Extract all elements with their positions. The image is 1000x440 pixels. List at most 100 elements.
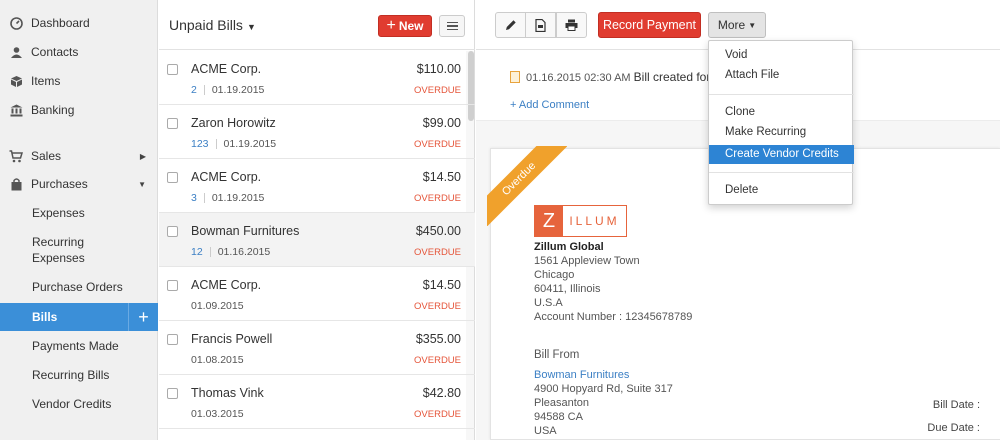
sidebar-item-purchase-orders[interactable]: Purchase Orders xyxy=(0,273,158,301)
bill-checkbox[interactable] xyxy=(167,334,178,345)
record-payment-button[interactable]: Record Payment xyxy=(598,12,701,38)
edit-button[interactable] xyxy=(495,12,526,38)
banking-icon xyxy=(9,103,23,117)
bill-row[interactable]: Francis Powell $355.00 01.08.2015 OVERDUE xyxy=(159,321,475,375)
bill-meta: 01.03.2015 xyxy=(191,408,244,420)
pdf-icon xyxy=(535,18,546,32)
bill-checkbox[interactable] xyxy=(167,172,178,183)
bill-vendor: Bowman Furnitures xyxy=(191,224,300,238)
bill-number: 3 xyxy=(191,192,197,204)
caret-down-icon: ▼ xyxy=(246,22,256,32)
sidebar-item-bills[interactable]: Bills + xyxy=(0,303,158,331)
bill-checkbox[interactable] xyxy=(167,388,178,399)
sidebar-item-recurring-expenses[interactable]: Recurring Expenses xyxy=(0,230,158,270)
bill-row[interactable]: Bowman Furnitures $450.00 12 01.16.2015 OVER… xyxy=(159,213,475,267)
bill-amount: $14.50 xyxy=(422,278,461,292)
sidebar-item-banking[interactable]: Banking xyxy=(0,96,158,124)
sidebar-item-sales[interactable]: Sales ▶ xyxy=(0,142,158,170)
bill-checkbox[interactable] xyxy=(167,226,178,237)
menu-item-attach-file[interactable]: Attach File xyxy=(709,66,854,85)
history-timestamp: 01.16.2015 02:30 AM xyxy=(526,72,631,84)
menu-item-make-recurring[interactable]: Make Recurring xyxy=(709,123,854,142)
sidebar-item-items[interactable]: Items xyxy=(0,67,158,95)
bill-row[interactable]: Thomas Vink $42.80 01.03.2015 OVERDUE xyxy=(159,375,475,429)
cart-icon xyxy=(9,149,23,163)
add-bill-button[interactable]: + xyxy=(128,303,158,331)
bill-vendor: ACME Corp. xyxy=(191,278,262,292)
bill-meta: 3 01.19.2015 xyxy=(191,192,264,204)
status-badge: OVERDUE xyxy=(414,355,461,366)
sidebar-item-label: Payments Made xyxy=(32,339,119,353)
menu-item-create-vendor-credits[interactable]: Create Vendor Credits xyxy=(709,145,854,164)
bill-vendor: Thomas Vink xyxy=(191,386,264,400)
sidebar-item-label: Vendor Credits xyxy=(32,397,112,411)
document-icon xyxy=(510,71,520,83)
bag-icon xyxy=(9,177,23,191)
bill-date: 01.19.2015 xyxy=(223,138,277,150)
more-button[interactable]: More ▼ xyxy=(708,12,766,38)
bill-dates: Bill Date : Due Date : xyxy=(927,394,980,440)
status-badge: OVERDUE xyxy=(414,409,461,420)
bill-row[interactable]: Zaron Horowitz $99.00 123 01.19.2015 OVERDUE xyxy=(159,105,475,159)
vendor-name-link[interactable]: Bowman Furnitures xyxy=(534,368,673,382)
bill-date: 01.03.2015 xyxy=(191,408,244,420)
status-badge: OVERDUE xyxy=(414,301,461,312)
bill-amount: $355.00 xyxy=(415,332,461,346)
bill-checkbox[interactable] xyxy=(167,64,178,75)
bill-number: 123 xyxy=(191,138,209,150)
list-filter-dropdown[interactable]: Unpaid Bills ▼ xyxy=(169,17,256,33)
pdf-button[interactable] xyxy=(525,12,556,38)
bill-amount: $110.00 xyxy=(416,62,461,76)
sidebar: Dashboard Contacts Items Banking Sales ▶… xyxy=(0,0,158,440)
bill-list-panel: Unpaid Bills ▼ + New ACME Corp. $110.00 2 01.… xyxy=(159,0,475,440)
sidebar-item-label: Recurring Expenses xyxy=(32,235,85,265)
chevron-right-icon: ▶ xyxy=(139,151,146,161)
bill-number: 12 xyxy=(191,246,203,258)
bill-vendor: ACME Corp. xyxy=(191,62,262,76)
hamburger-icon xyxy=(446,21,458,24)
bill-date: 01.08.2015 xyxy=(191,354,244,366)
dashboard-icon xyxy=(9,16,23,30)
sidebar-item-expenses[interactable]: Expenses xyxy=(0,199,158,227)
bill-checkbox[interactable] xyxy=(167,118,178,129)
sidebar-item-vendor-credits[interactable]: Vendor Credits xyxy=(0,390,158,418)
status-badge: OVERDUE xyxy=(414,139,461,150)
address-line: 60411, Illinois xyxy=(534,283,601,295)
add-comment-link[interactable]: + Add Comment xyxy=(510,99,589,111)
bill-from-label: Bill From xyxy=(534,349,580,361)
bill-date: 01.09.2015 xyxy=(191,300,244,312)
sidebar-item-label: Banking xyxy=(31,103,75,117)
sidebar-item-payments-made[interactable]: Payments Made xyxy=(0,332,158,360)
new-bill-button[interactable]: + New xyxy=(378,15,432,37)
menu-item-void[interactable]: Void xyxy=(709,46,854,65)
bill-from-section: Bill From Bowman Furnitures 4900 Hopyard… xyxy=(534,348,673,438)
sidebar-item-label: Dashboard xyxy=(31,16,90,30)
sidebar-item-contacts[interactable]: Contacts xyxy=(0,38,158,66)
menu-divider xyxy=(709,172,854,173)
sidebar-item-dashboard[interactable]: Dashboard xyxy=(0,9,158,37)
items-icon xyxy=(9,74,23,88)
sidebar-item-label: Bills xyxy=(32,310,58,324)
status-badge: OVERDUE xyxy=(414,247,461,258)
contacts-icon xyxy=(9,45,23,59)
address-line: 1561 Appleview Town xyxy=(534,255,640,267)
company-name: Zillum Global xyxy=(534,241,604,253)
menu-item-delete[interactable]: Delete xyxy=(709,181,854,200)
bill-row[interactable]: ACME Corp. $14.50 3 01.19.2015 OVERDUE xyxy=(159,159,475,213)
sidebar-item-purchases[interactable]: Purchases ▼ xyxy=(0,170,158,198)
print-button[interactable] xyxy=(556,12,587,38)
bill-checkbox[interactable] xyxy=(167,280,178,291)
list-header: Unpaid Bills ▼ + New xyxy=(159,0,475,50)
history-entry: 01.16.2015 02:30 AM Bill created for $45 xyxy=(510,70,734,84)
list-menu-button[interactable] xyxy=(439,15,465,37)
chevron-down-icon: ▼ xyxy=(138,179,146,189)
status-badge: OVERDUE xyxy=(414,193,461,204)
bill-vendor: Zaron Horowitz xyxy=(191,116,276,130)
bill-row[interactable]: ACME Corp. $14.50 01.09.2015 OVERDUE xyxy=(159,267,475,321)
sidebar-item-recurring-bills[interactable]: Recurring Bills xyxy=(0,361,158,389)
bill-row[interactable]: ACME Corp. $110.00 2 01.19.2015 OVERDUE xyxy=(159,51,475,105)
vendor-address-line: 4900 Hopyard Rd, Suite 317 xyxy=(534,383,673,395)
menu-item-clone[interactable]: Clone xyxy=(709,103,854,122)
logo-text: ILLUM xyxy=(569,214,620,228)
logo-initial: Z xyxy=(535,206,563,236)
